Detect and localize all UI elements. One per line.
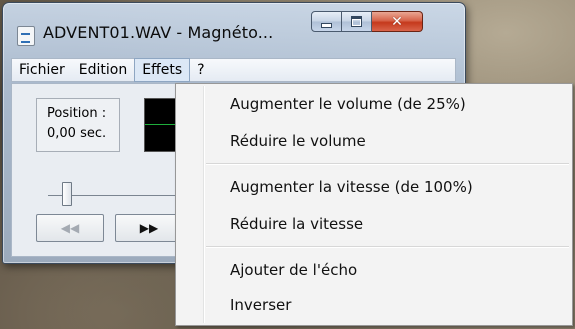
- menu-bar: Fichier Edition Effets ?: [11, 58, 456, 82]
- sound-file-icon[interactable]: [17, 26, 35, 46]
- title-bar[interactable]: ADVENT01.WAV - Magnéto... ✕: [3, 3, 465, 49]
- menu-item-increase-speed[interactable]: Augmenter la vitesse (de 100%): [230, 178, 473, 196]
- rewind-icon: ◀◀: [60, 221, 80, 235]
- close-icon: ✕: [391, 13, 403, 30]
- menu-item-decrease-volume[interactable]: Réduire le volume: [230, 132, 366, 150]
- position-display: Position : 0,00 sec.: [36, 98, 120, 152]
- window-title: ADVENT01.WAV - Magnéto...: [43, 23, 274, 42]
- menu-separator: [206, 246, 569, 248]
- minimize-icon: [321, 22, 332, 28]
- menu-item-decrease-speed[interactable]: Réduire la vitesse: [230, 215, 363, 233]
- position-slider-thumb[interactable]: [62, 182, 72, 206]
- minimize-button[interactable]: [311, 11, 342, 32]
- menu-separator: [206, 163, 569, 165]
- menu-effets[interactable]: Effets: [134, 58, 191, 82]
- maximize-button[interactable]: [342, 11, 372, 32]
- menu-edition[interactable]: Edition: [72, 59, 134, 81]
- close-button[interactable]: ✕: [372, 11, 423, 32]
- rewind-button[interactable]: ◀◀: [36, 214, 104, 242]
- fast-forward-icon: ▶▶: [139, 221, 159, 235]
- fast-forward-button[interactable]: ▶▶: [115, 214, 183, 242]
- caption-buttons: ✕: [311, 11, 423, 32]
- menu-item-increase-volume[interactable]: Augmenter le volume (de 25%): [230, 95, 466, 113]
- effects-menu: Augmenter le volume (de 25%) Réduire le …: [175, 83, 573, 326]
- menu-help[interactable]: ?: [190, 59, 211, 81]
- maximize-icon: [351, 16, 362, 27]
- menu-item-add-echo[interactable]: Ajouter de l'écho: [230, 261, 357, 279]
- position-value: 0,00 sec.: [47, 126, 107, 141]
- menu-item-reverse[interactable]: Inverser: [230, 296, 291, 314]
- menu-fichier[interactable]: Fichier: [12, 59, 72, 81]
- position-label: Position :: [47, 106, 107, 121]
